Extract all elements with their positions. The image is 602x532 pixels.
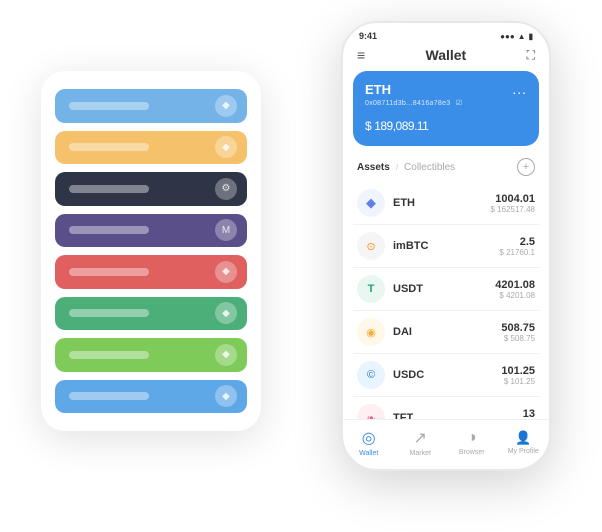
nav-wallet[interactable]: ◎ Wallet	[343, 428, 395, 457]
eth-card[interactable]: ETH ... 0x08711d3b...8416a78e3 ☑ $189,08…	[353, 71, 539, 146]
market-nav-label: Market	[410, 450, 431, 457]
phone-mockup: 9:41 ●●● ▲ ▮ ≡ Wallet ⛶ ETH ... 0x08711d…	[341, 21, 551, 471]
market-nav-icon: ↗	[414, 428, 427, 448]
eth-card-balance: $189,089.11	[365, 113, 527, 136]
dai-usd: $ 508.75	[501, 334, 535, 343]
nav-browser[interactable]: ◑ Browser	[446, 429, 498, 456]
browser-nav-label: Browser	[459, 449, 485, 456]
asset-values-imbtc: 2.5 $ 21760.1	[499, 236, 535, 257]
asset-item-usdc[interactable]: © USDC 101.25 $ 101.25	[353, 354, 539, 397]
nav-market[interactable]: ↗ Market	[395, 428, 447, 457]
status-icons: ●●● ▲ ▮	[500, 32, 533, 41]
page-title: Wallet	[426, 47, 467, 63]
imbtc-amount: 2.5	[499, 236, 535, 248]
usdt-icon: T	[357, 275, 385, 303]
usdt-usd: $ 4201.08	[495, 291, 535, 300]
tft-amount: 13	[523, 408, 535, 420]
browser-nav-icon: ◑	[467, 429, 477, 447]
asset-values-dai: 508.75 $ 508.75	[501, 322, 535, 343]
asset-item-eth[interactable]: ◆ ETH 1004.01 $ 162517.48	[353, 182, 539, 225]
tab-collectibles[interactable]: Collectibles	[404, 162, 455, 173]
row-label-6	[69, 309, 149, 317]
color-row-5[interactable]: ◆	[55, 255, 247, 289]
asset-item-dai[interactable]: ◉ DAI 508.75 $ 508.75	[353, 311, 539, 354]
asset-name-imbtc: imBTC	[393, 240, 499, 252]
row-icon-1: ◆	[215, 95, 237, 117]
color-row-2[interactable]: ◆	[55, 131, 247, 165]
row-label-2	[69, 143, 149, 151]
color-row-1[interactable]: ◆	[55, 89, 247, 123]
row-icon-8: ◆	[215, 385, 237, 407]
asset-item-usdt[interactable]: T USDT 4201.08 $ 4201.08	[353, 268, 539, 311]
wifi-icon: ▲	[518, 32, 526, 41]
nav-profile[interactable]: 👤 My Profile	[498, 430, 550, 455]
imbtc-icon: ⊙	[357, 232, 385, 260]
assets-tabs: Assets / Collectibles	[357, 162, 455, 173]
asset-name-dai: DAI	[393, 326, 501, 338]
battery-icon: ▮	[529, 32, 533, 41]
tab-divider: /	[396, 163, 398, 172]
tft-icon: ❧	[357, 404, 385, 419]
dai-icon: ◉	[357, 318, 385, 346]
scene: ◆ ◆ ⚙ M ◆ ◆ ◆ ◆	[11, 11, 591, 521]
row-icon-3: ⚙	[215, 178, 237, 200]
tab-assets[interactable]: Assets	[357, 162, 390, 173]
row-label-1	[69, 102, 149, 110]
row-icon-7: ◆	[215, 344, 237, 366]
color-row-6[interactable]: ◆	[55, 297, 247, 331]
asset-item-imbtc[interactable]: ⊙ imBTC 2.5 $ 21760.1	[353, 225, 539, 268]
eth-card-header: ETH ...	[365, 81, 527, 97]
asset-values-usdc: 101.25 $ 101.25	[501, 365, 535, 386]
row-icon-6: ◆	[215, 302, 237, 324]
profile-nav-icon: 👤	[515, 430, 531, 446]
row-icon-4: M	[215, 219, 237, 241]
row-label-4	[69, 226, 149, 234]
bottom-nav: ◎ Wallet ↗ Market ◑ Browser 👤 My Profile	[343, 419, 549, 469]
asset-name-tft: TFT	[393, 412, 523, 419]
menu-icon[interactable]: ≡	[357, 47, 365, 63]
color-row-8[interactable]: ◆	[55, 380, 247, 414]
expand-icon[interactable]: ⛶	[527, 48, 535, 63]
signal-icon: ●●●	[500, 32, 515, 41]
row-label-5	[69, 268, 149, 276]
asset-values-tft: 13 0	[523, 408, 535, 420]
eth-card-address: 0x08711d3b...8416a78e3 ☑	[365, 99, 527, 107]
usdt-amount: 4201.08	[495, 279, 535, 291]
asset-values-usdt: 4201.08 $ 4201.08	[495, 279, 535, 300]
dai-amount: 508.75	[501, 322, 535, 334]
row-label-8	[69, 392, 149, 400]
asset-name-usdt: USDT	[393, 283, 495, 295]
imbtc-usd: $ 21760.1	[499, 248, 535, 257]
asset-name-eth: ETH	[393, 197, 491, 209]
status-time: 9:41	[359, 31, 377, 41]
phone-header: ≡ Wallet ⛶	[343, 45, 549, 71]
bg-card: ◆ ◆ ⚙ M ◆ ◆ ◆ ◆	[41, 71, 261, 431]
color-row-7[interactable]: ◆	[55, 338, 247, 372]
eth-amount: 1004.01	[491, 193, 536, 205]
color-row-3[interactable]: ⚙	[55, 172, 247, 206]
asset-values-eth: 1004.01 $ 162517.48	[491, 193, 536, 214]
add-asset-button[interactable]: +	[517, 158, 535, 176]
wallet-nav-label: Wallet	[359, 450, 378, 457]
eth-icon: ◆	[357, 189, 385, 217]
row-label-3	[69, 185, 149, 193]
asset-list: ◆ ETH 1004.01 $ 162517.48 ⊙ imBTC 2.5 $ …	[343, 182, 549, 419]
asset-item-tft[interactable]: ❧ TFT 13 0	[353, 397, 539, 419]
usdc-icon: ©	[357, 361, 385, 389]
eth-card-more-button[interactable]: ...	[512, 81, 527, 97]
usdc-amount: 101.25	[501, 365, 535, 377]
eth-card-title: ETH	[365, 82, 391, 97]
color-row-4[interactable]: M	[55, 214, 247, 248]
assets-header: Assets / Collectibles +	[343, 154, 549, 182]
eth-usd: $ 162517.48	[491, 205, 536, 214]
usdc-usd: $ 101.25	[501, 377, 535, 386]
profile-nav-label: My Profile	[508, 448, 539, 455]
status-bar: 9:41 ●●● ▲ ▮	[343, 23, 549, 45]
wallet-nav-icon: ◎	[362, 428, 376, 448]
row-icon-5: ◆	[215, 261, 237, 283]
row-label-7	[69, 351, 149, 359]
row-icon-2: ◆	[215, 136, 237, 158]
asset-name-usdc: USDC	[393, 369, 501, 381]
